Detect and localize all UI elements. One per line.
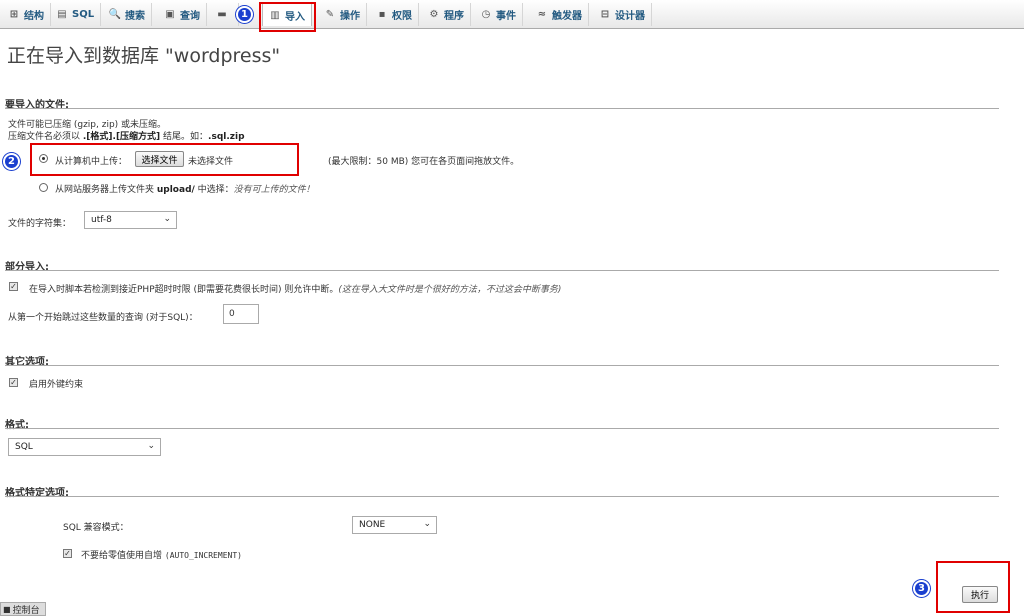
filename-note-format: .[格式].[压缩方式] [82, 132, 161, 142]
allow-interrupt-hint: (这在导入大文件时是个很好的方法，不过这会中断事务) [338, 285, 562, 295]
tab-label: 触发器 [552, 11, 582, 22]
operations-icon: ✎ [325, 9, 335, 20]
compat-mode-label: SQL 兼容模式： [63, 523, 129, 533]
tab-label: 查询 [180, 11, 200, 22]
search-icon: 🔍 [108, 9, 122, 20]
filename-note-a: 压缩文件名必须以 [8, 132, 83, 142]
foreign-key-label: 启用外键约束 [29, 380, 84, 390]
go-button[interactable]: 执行 [962, 586, 998, 603]
console-toggle[interactable]: ■ 控制台 [0, 602, 46, 616]
compat-mode-select[interactable]: NONE ⌄ [352, 516, 437, 534]
auto-increment-code: (AUTO_INCREMENT) [164, 551, 242, 560]
format-value: SQL [15, 442, 33, 452]
tab-label: 权限 [392, 11, 412, 22]
format-select[interactable]: SQL ⌄ [8, 438, 161, 456]
tab-privileges[interactable]: ▪ 权限 [370, 3, 419, 26]
tab-label: 事件 [496, 11, 516, 22]
annotation-badge-3: 3 [913, 580, 930, 597]
tab-designer[interactable]: ⊟ 设计器 [593, 3, 652, 26]
annotation-box-import-tab [259, 2, 316, 32]
annotation-badge-2: 2 [3, 153, 20, 170]
server-label-folder: upload/ [156, 185, 195, 195]
console-icon: ■ [3, 604, 11, 614]
tab-operations[interactable]: ✎ 操作 [318, 3, 367, 26]
no-auto-increment-checkbox[interactable]: ✓ [63, 549, 72, 558]
tab-structure[interactable]: ⊞ 结构 [2, 3, 51, 26]
server-label-c: 中选择： [194, 185, 234, 195]
tab-routines[interactable]: ⚙ 程序 [422, 3, 471, 26]
allow-interrupt-label: 在导入时脚本若检测到接近PHP超时时限 (即需要花费很长时间) 则允许中断。(这… [29, 282, 561, 295]
tab-events[interactable]: ◷ 事件 [474, 3, 523, 26]
chevron-down-icon: ⌄ [147, 441, 155, 451]
tab-label: 搜索 [125, 11, 145, 22]
choose-file-button[interactable]: 选择文件 [135, 151, 184, 167]
divider [5, 108, 999, 109]
divider [5, 365, 999, 366]
tab-label: 设计器 [615, 11, 645, 22]
chevron-down-icon: ⌄ [163, 214, 171, 224]
sql-icon: ▤ [57, 9, 67, 20]
tab-bar: ⊞ 结构 ▤ SQL 🔍 搜索 ▣ 查询 ▬ ▥ 导入 ✎ 操作 ▪ 权限 ⚙ … [0, 0, 1024, 29]
allow-interrupt-text: 在导入时脚本若检测到接近PHP超时时限 (即需要花费很长时间) 则允许中断。 [29, 285, 339, 295]
tab-export[interactable]: ▬ [210, 3, 239, 26]
console-label: 控制台 [12, 605, 40, 616]
divider [5, 270, 999, 271]
routines-icon: ⚙ [429, 9, 439, 20]
compat-mode-value: NONE [359, 520, 386, 530]
chevron-down-icon: ⌄ [423, 519, 431, 529]
tab-label: 程序 [444, 11, 464, 22]
tab-label: 操作 [340, 11, 360, 22]
foreign-key-checkbox[interactable]: ✓ [9, 378, 18, 387]
charset-value: utf-8 [91, 215, 112, 225]
no-auto-increment-text: 不要给零值使用自增 [81, 551, 163, 561]
page-title: 正在导入到数据库 "wordpress" [7, 45, 281, 67]
no-file-selected: 未选择文件 [188, 157, 234, 167]
filename-note-c: 结尾。如： [160, 132, 209, 142]
server-label-a: 从网站服务器上传文件夹 [55, 185, 157, 195]
triggers-icon: ≈ [537, 9, 547, 20]
divider [5, 496, 999, 497]
skip-queries-input[interactable]: 0 [223, 304, 259, 324]
upload-from-computer-label: 从计算机中上传： [55, 157, 128, 167]
tab-query[interactable]: ▣ 查询 [158, 3, 207, 26]
no-auto-increment-label: 不要给零值使用自增 (AUTO_INCREMENT) [81, 548, 242, 561]
designer-icon: ⊟ [600, 9, 610, 20]
events-icon: ◷ [481, 9, 491, 20]
upload-from-server-label: 从网站服务器上传文件夹 upload/ 中选择：没有可上传的文件！ [55, 182, 315, 195]
tab-label: 结构 [24, 11, 44, 22]
filename-note: 压缩文件名必须以 .[格式].[压缩方式] 结尾。如：.sql.zip [8, 129, 245, 142]
filename-note-example: .sql.zip [208, 132, 245, 142]
tab-search[interactable]: 🔍 搜索 [103, 3, 152, 26]
annotation-badge-1: 1 [236, 6, 253, 23]
divider [5, 428, 999, 429]
charset-label: 文件的字符集： [8, 219, 72, 229]
structure-icon: ⊞ [9, 9, 19, 20]
allow-interrupt-checkbox[interactable]: ✓ [9, 282, 18, 291]
tab-sql[interactable]: ▤ SQL [50, 3, 102, 26]
tab-triggers[interactable]: ≈ 触发器 [530, 3, 589, 26]
query-icon: ▣ [165, 9, 175, 20]
no-files-hint: 没有可上传的文件！ [233, 185, 315, 195]
export-icon: ▬ [217, 9, 227, 20]
skip-queries-label: 从第一个开始跳过这些数量的查询 (对于SQL)： [8, 313, 198, 323]
upload-from-server-radio[interactable] [39, 183, 48, 192]
charset-select[interactable]: utf-8 ⌄ [84, 211, 177, 229]
upload-from-computer-radio[interactable] [39, 154, 48, 163]
max-size-note: (最大限制：50 MB) 您可在各页面间拖放文件。 [328, 157, 520, 167]
privileges-icon: ▪ [378, 9, 386, 20]
tab-label: SQL [72, 9, 95, 20]
